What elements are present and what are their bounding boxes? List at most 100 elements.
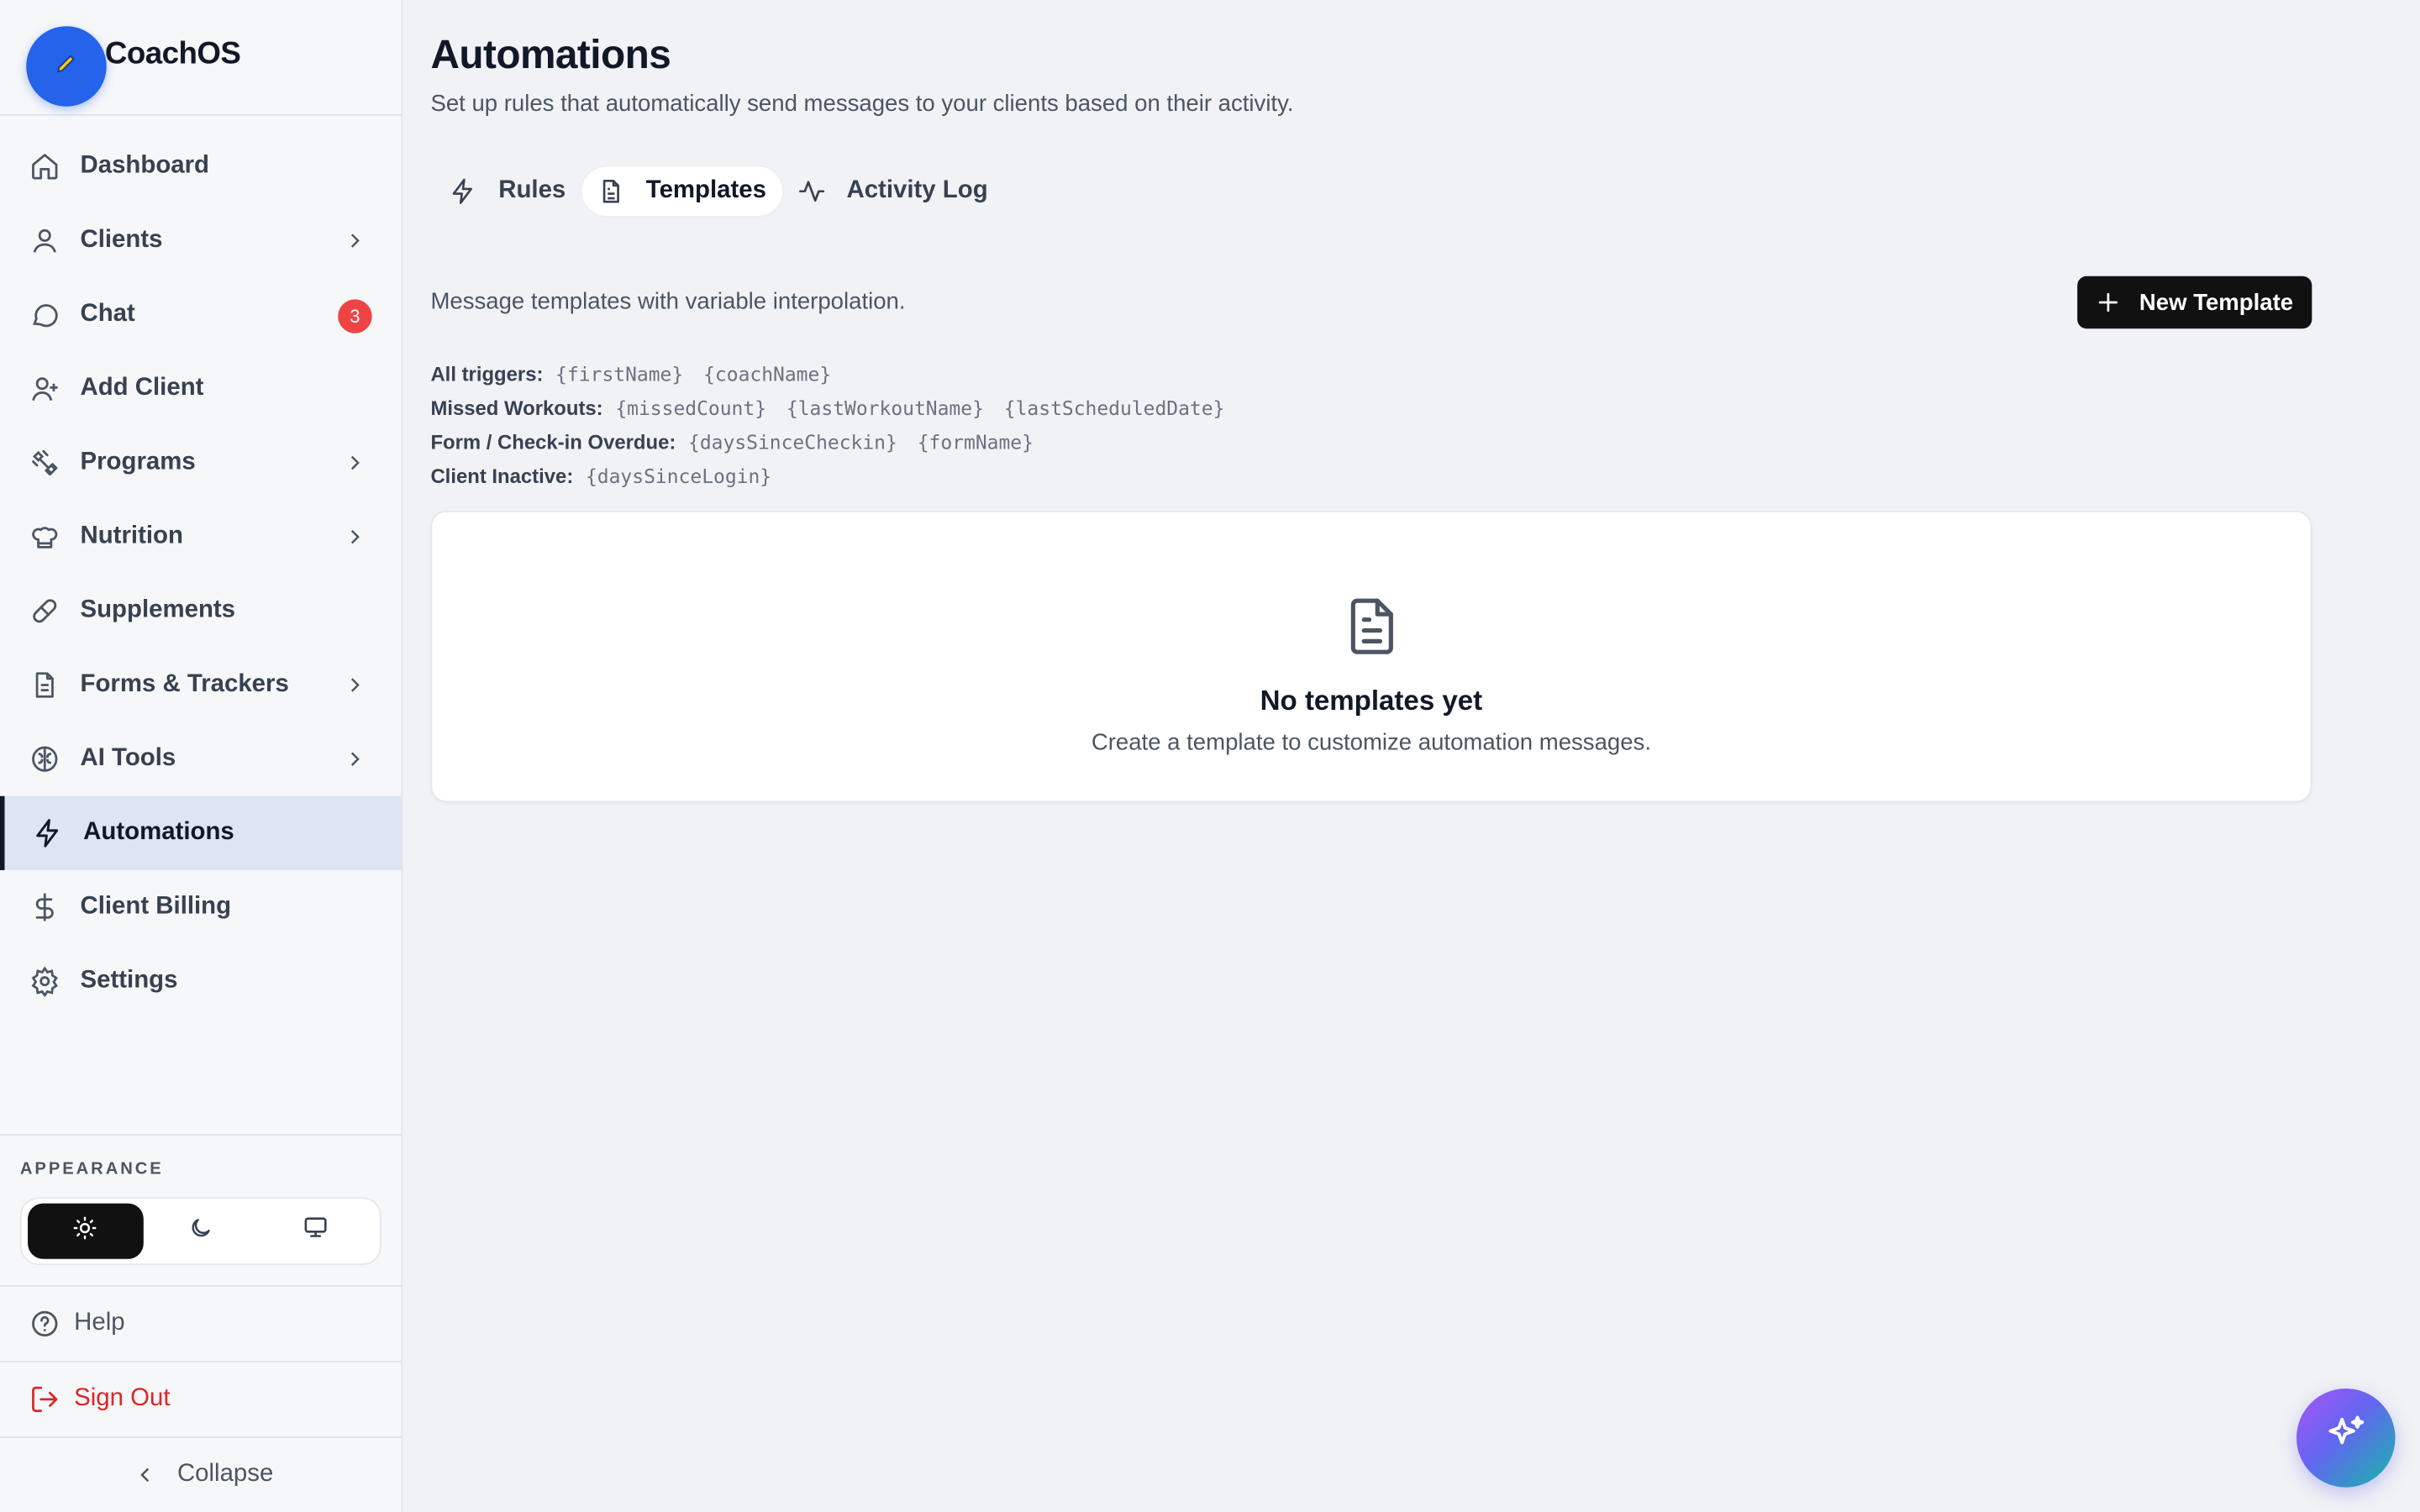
variable-token: {firstName} (555, 361, 684, 386)
collapse-label: Collapse (176, 1461, 274, 1488)
appearance-section: APPEARANCE (0, 1133, 402, 1285)
tab-label: Rules (498, 177, 566, 204)
ai-assistant-button[interactable] (2296, 1389, 2396, 1488)
plus-icon (2096, 290, 2120, 314)
variable-token: {daysSinceCheckin} (688, 429, 897, 454)
variable-token: {coachName} (703, 361, 832, 386)
sidebar: CoachOS Dashboard Clients Chat 3 Add Cli… (0, 0, 403, 1512)
variable-row: Client Inactive: {daysSinceLogin} (430, 458, 1244, 491)
sidebar-item-programs[interactable]: Programs (0, 426, 402, 500)
dark-theme-button[interactable] (143, 1204, 258, 1259)
gear-icon (28, 964, 61, 998)
moon-icon (188, 1215, 213, 1247)
sidebar-item-label: Chat (80, 301, 135, 328)
sidebar-item-label: Programs (80, 449, 196, 475)
appearance-label: APPEARANCE (19, 1160, 164, 1179)
file-text-icon (597, 177, 624, 205)
variable-group-label: Client Inactive: (430, 463, 574, 487)
sidebar-item-label: Settings (80, 967, 178, 994)
automation-tabs: Rules Templates Activity Log (434, 166, 1003, 217)
message-icon (28, 297, 61, 331)
file-icon (28, 668, 61, 701)
chevron-right-icon (343, 228, 367, 253)
home-icon (28, 150, 61, 183)
help-circle-icon (28, 1307, 61, 1341)
unread-badge: 3 (338, 299, 372, 333)
pencil-icon (54, 50, 78, 83)
variable-row: Missed Workouts: {missedCount} {lastWork… (430, 391, 1244, 424)
pill-icon (28, 594, 61, 627)
file-text-icon (1339, 592, 1404, 660)
page-title: Automations (430, 30, 671, 77)
variable-token: {missedCount} (615, 396, 767, 419)
variable-reference: All triggers: {firstName} {coachName} Mi… (430, 356, 1244, 492)
sidebar-item-label: Forms & Trackers (80, 670, 289, 698)
variable-row: Form / Check-in Overdue: {daysSinceCheck… (430, 424, 1244, 458)
sidebar-item-label: Dashboard (80, 152, 210, 180)
variable-token: {daysSinceLogin} (585, 463, 772, 487)
brain-icon (28, 742, 61, 775)
chevron-left-icon (128, 1458, 161, 1492)
tab-activity-log[interactable]: Activity Log (781, 166, 1003, 216)
brand-name: CoachOS (104, 37, 241, 71)
empty-state-title: No templates yet (1260, 685, 1483, 717)
sidebar-item-label: Supplements (80, 596, 236, 624)
sign-out-label: Sign Out (74, 1385, 171, 1412)
tab-label: Activity Log (846, 177, 988, 204)
help-link[interactable]: Help (0, 1284, 402, 1361)
page-subtitle: Set up rules that automatically send mes… (430, 91, 1294, 118)
variable-token: {formName} (917, 429, 1034, 454)
empty-state-card: No templates yet Create a template to cu… (430, 510, 2312, 803)
theme-switch (19, 1197, 381, 1266)
sparkles-icon (2323, 1411, 2369, 1465)
sidebar-item-chat[interactable]: Chat 3 (0, 278, 402, 352)
sidebar-item-automations[interactable]: Automations (0, 795, 402, 870)
collapse-sidebar-button[interactable]: Collapse (0, 1436, 402, 1512)
sidebar-item-ai-tools[interactable]: AI Tools (0, 722, 402, 796)
log-out-icon (28, 1383, 61, 1416)
sidebar-item-settings[interactable]: Settings (0, 944, 402, 1018)
sidebar-item-clients[interactable]: Clients (0, 203, 402, 277)
variable-group-label: Form / Check-in Overdue: (430, 429, 676, 454)
tab-rules[interactable]: Rules (434, 166, 581, 216)
sign-out-button[interactable]: Sign Out (0, 1360, 402, 1436)
system-theme-button[interactable] (258, 1204, 373, 1259)
brand-logo[interactable] (26, 26, 107, 107)
sidebar-nav: Dashboard Clients Chat 3 Add Client Prog… (0, 129, 402, 1018)
sidebar-item-client-billing[interactable]: Client Billing (0, 870, 402, 944)
brand: CoachOS (0, 0, 402, 116)
light-theme-button[interactable] (28, 1203, 144, 1259)
templates-description: Message templates with variable interpol… (430, 288, 906, 315)
sidebar-item-label: Client Billing (80, 893, 232, 920)
sidebar-item-forms-trackers[interactable]: Forms & Trackers (0, 648, 402, 722)
zap-icon (449, 177, 476, 205)
chevron-right-icon (343, 747, 367, 771)
chef-hat-icon (28, 520, 61, 554)
sidebar-item-label: Automations (83, 819, 234, 846)
new-template-button[interactable]: New Template (2077, 276, 2312, 329)
sidebar-item-nutrition[interactable]: Nutrition (0, 500, 402, 574)
variable-group-label: All triggers: (430, 361, 544, 386)
chevron-right-icon (343, 673, 367, 697)
empty-state-text: Create a template to customize automatio… (1091, 729, 1651, 756)
variable-token: {lastScheduledDate} (1003, 396, 1225, 419)
chevron-right-icon (343, 450, 367, 475)
user-icon (28, 223, 61, 257)
sidebar-item-add-client[interactable]: Add Client (0, 352, 402, 426)
sidebar-item-label: Nutrition (80, 522, 183, 549)
sidebar-item-label: Add Client (80, 375, 204, 402)
sidebar-item-label: AI Tools (80, 745, 176, 772)
main-content: Automations Set up rules that automatica… (430, 0, 2313, 1512)
zap-icon (31, 816, 65, 850)
sidebar-item-dashboard[interactable]: Dashboard (0, 129, 402, 203)
tab-templates[interactable]: Templates (581, 166, 782, 217)
tab-label: Templates (645, 177, 766, 204)
user-plus-icon (28, 372, 61, 406)
variable-token: {lastWorkoutName} (786, 396, 984, 419)
sun-icon (73, 1215, 97, 1247)
dumbbell-icon (28, 446, 61, 480)
chevron-right-icon (343, 524, 367, 549)
dollar-icon (28, 890, 61, 924)
sidebar-item-supplements[interactable]: Supplements (0, 574, 402, 648)
activity-icon (797, 177, 825, 205)
